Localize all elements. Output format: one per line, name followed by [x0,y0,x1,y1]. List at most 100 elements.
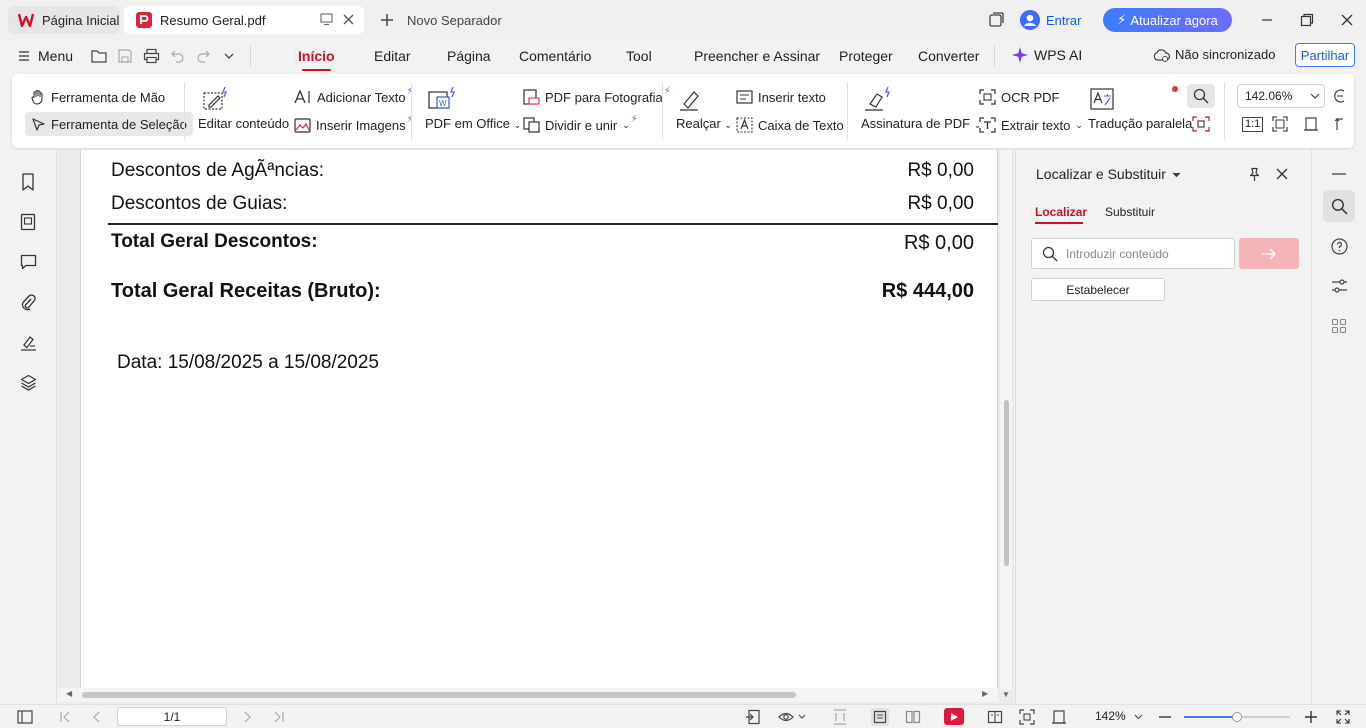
minimize-icon[interactable] [1257,10,1277,30]
single-page-icon[interactable] [871,708,889,726]
insert-images-button[interactable]: Inserir Imagens ⚡ [294,114,414,135]
hand-tool-button[interactable]: Ferramenta de Mão [30,87,165,107]
tab-converter[interactable]: Converter [918,48,979,64]
tab-preencher-assinar[interactable]: Preencher e Assinar [694,48,820,64]
scan-area-icon[interactable] [1192,116,1210,132]
bookmark-icon[interactable] [18,172,38,192]
help-icon[interactable] [1329,236,1349,256]
exit-reading-icon[interactable] [744,708,762,726]
close-tab-icon[interactable] [342,13,355,26]
window-layout-icon[interactable] [988,12,1004,28]
previous-page-icon[interactable] [88,708,106,726]
tab-wps-ai[interactable]: WPS AI [1012,47,1082,63]
scroll-right-arrow-icon[interactable]: ▶ [982,689,988,698]
pdf-page[interactable]: Descontos de AgÃªncias: R$ 0,00 Desconto… [80,150,998,690]
fit-page-icon[interactable] [1272,116,1288,132]
eye-view-icon[interactable] [776,708,808,726]
new-tab-button[interactable]: Novo Separador [376,6,502,34]
find-go-button[interactable] [1239,238,1299,269]
layers-icon[interactable] [18,372,38,392]
ocr-pdf-button[interactable]: OCR PDF [979,87,1060,107]
insert-text-button[interactable]: Inserir texto [736,87,826,107]
horizontal-scroll-thumb[interactable] [82,692,796,698]
search-icon[interactable] [1187,84,1215,108]
text-box-button[interactable]: Caixa de Texto [736,115,844,135]
comment-icon[interactable] [18,252,38,272]
fit-screen-icon[interactable] [1018,708,1036,726]
collapse-panel-icon[interactable] [1329,164,1349,184]
continuous-page-icon[interactable] [831,708,849,726]
zoom-level-dropdown[interactable]: 142% [1095,709,1143,723]
tab-home[interactable]: Página Inicial [8,6,120,34]
pdf-to-photo-button[interactable]: PDF para Fotografia ⚡ [523,86,671,107]
print-icon[interactable] [143,48,160,64]
restore-icon[interactable] [1297,10,1317,30]
document-viewport[interactable]: Descontos de AgÃªncias: R$ 0,00 Desconto… [58,150,1014,704]
add-text-button[interactable]: Adicionar Texto ⚡ [294,86,414,107]
redo-icon[interactable] [196,48,211,63]
vertical-scroll-thumb[interactable] [1004,400,1009,566]
find-panel-title[interactable]: Localizar e Substituir [1036,166,1181,182]
first-page-icon[interactable] [56,708,74,726]
edit-content-button[interactable]: Editar conteúdo [198,86,289,131]
open-folder-icon[interactable] [91,48,108,64]
apps-grid-icon[interactable] [1329,316,1349,336]
tab-tool[interactable]: Tool [626,48,652,64]
chevron-down-icon[interactable] [223,50,235,62]
establish-button[interactable]: Estabelecer [1031,278,1165,301]
rotate-icon[interactable] [1333,116,1345,132]
signature-icon[interactable] [18,332,38,352]
fullscreen-icon[interactable] [1334,708,1352,726]
highlight-button[interactable]: Realçar ⌄ [676,86,732,131]
extract-text-button[interactable]: Extrair texto ⌄ [979,115,1083,135]
scroll-left-arrow-icon[interactable]: ◀ [66,689,72,698]
zoom-out-icon[interactable] [1156,708,1174,726]
tab-pagina[interactable]: Página [447,48,491,64]
undo-icon[interactable] [170,48,185,63]
zoom-out-circle-icon[interactable] [1333,88,1345,104]
horizontal-scrollbar[interactable]: ◀ ▶ [58,688,998,702]
book-view-icon[interactable] [986,708,1004,726]
vertical-scrollbar[interactable] [1000,150,1012,690]
attachment-icon[interactable] [18,292,38,312]
actual-size-button[interactable]: 1:1 [1242,117,1264,132]
find-search-input[interactable]: Introduzir conteúdo [1031,238,1235,269]
upgrade-button[interactable]: ⚡ Atualizar agora [1103,8,1232,32]
zoom-slider-knob[interactable] [1232,712,1242,722]
tab-proteger[interactable]: Proteger [839,48,893,64]
scroll-down-arrow-icon[interactable]: ▼ [1002,690,1010,699]
last-page-icon[interactable] [270,708,288,726]
thumbnail-icon[interactable] [18,212,38,232]
settings-sliders-icon[interactable] [1329,276,1349,296]
find-search-active-icon[interactable] [1323,190,1355,222]
page-number-input[interactable]: 1/1 [117,707,227,726]
split-merge-button[interactable]: Dividir e unir ⌄ ⚡ [523,114,638,135]
tab-document[interactable]: Resumo Geral.pdf [124,6,364,34]
tab-inicio[interactable]: Início [298,48,335,71]
menu-button[interactable]: Menu [18,48,73,64]
zoom-select[interactable]: 142.06% [1237,84,1325,108]
close-panel-icon[interactable] [1275,167,1289,181]
tab-find[interactable]: Localizar [1035,205,1087,219]
zoom-in-icon[interactable] [1302,708,1320,726]
monitor-icon[interactable] [320,13,333,26]
pdf-signature-button[interactable]: Assinatura de PDF ⌄ [861,86,981,131]
fit-width-status-icon[interactable] [1050,708,1068,726]
parallel-translation-button[interactable]: Tradução paralela [1088,86,1192,131]
sign-in-button[interactable]: Entrar [1020,10,1081,30]
share-button[interactable]: Partilhar [1295,43,1355,67]
two-page-icon[interactable] [904,708,922,726]
close-window-icon[interactable] [1337,10,1357,30]
save-icon[interactable] [117,48,133,64]
play-slideshow-icon[interactable] [944,708,964,725]
tab-replace[interactable]: Substituir [1105,205,1155,219]
tab-comentario[interactable]: Comentário [519,48,591,64]
toggle-sidebar-icon[interactable] [16,708,34,726]
tab-editar[interactable]: Editar [374,48,411,64]
pin-icon[interactable] [1247,167,1262,182]
select-tool-button[interactable]: Ferramenta de Seleção [25,112,193,136]
sync-status[interactable]: Não sincronizado [1152,47,1275,62]
next-page-icon[interactable] [238,708,256,726]
zoom-slider[interactable] [1184,712,1290,722]
fit-width-icon[interactable] [1303,116,1319,132]
